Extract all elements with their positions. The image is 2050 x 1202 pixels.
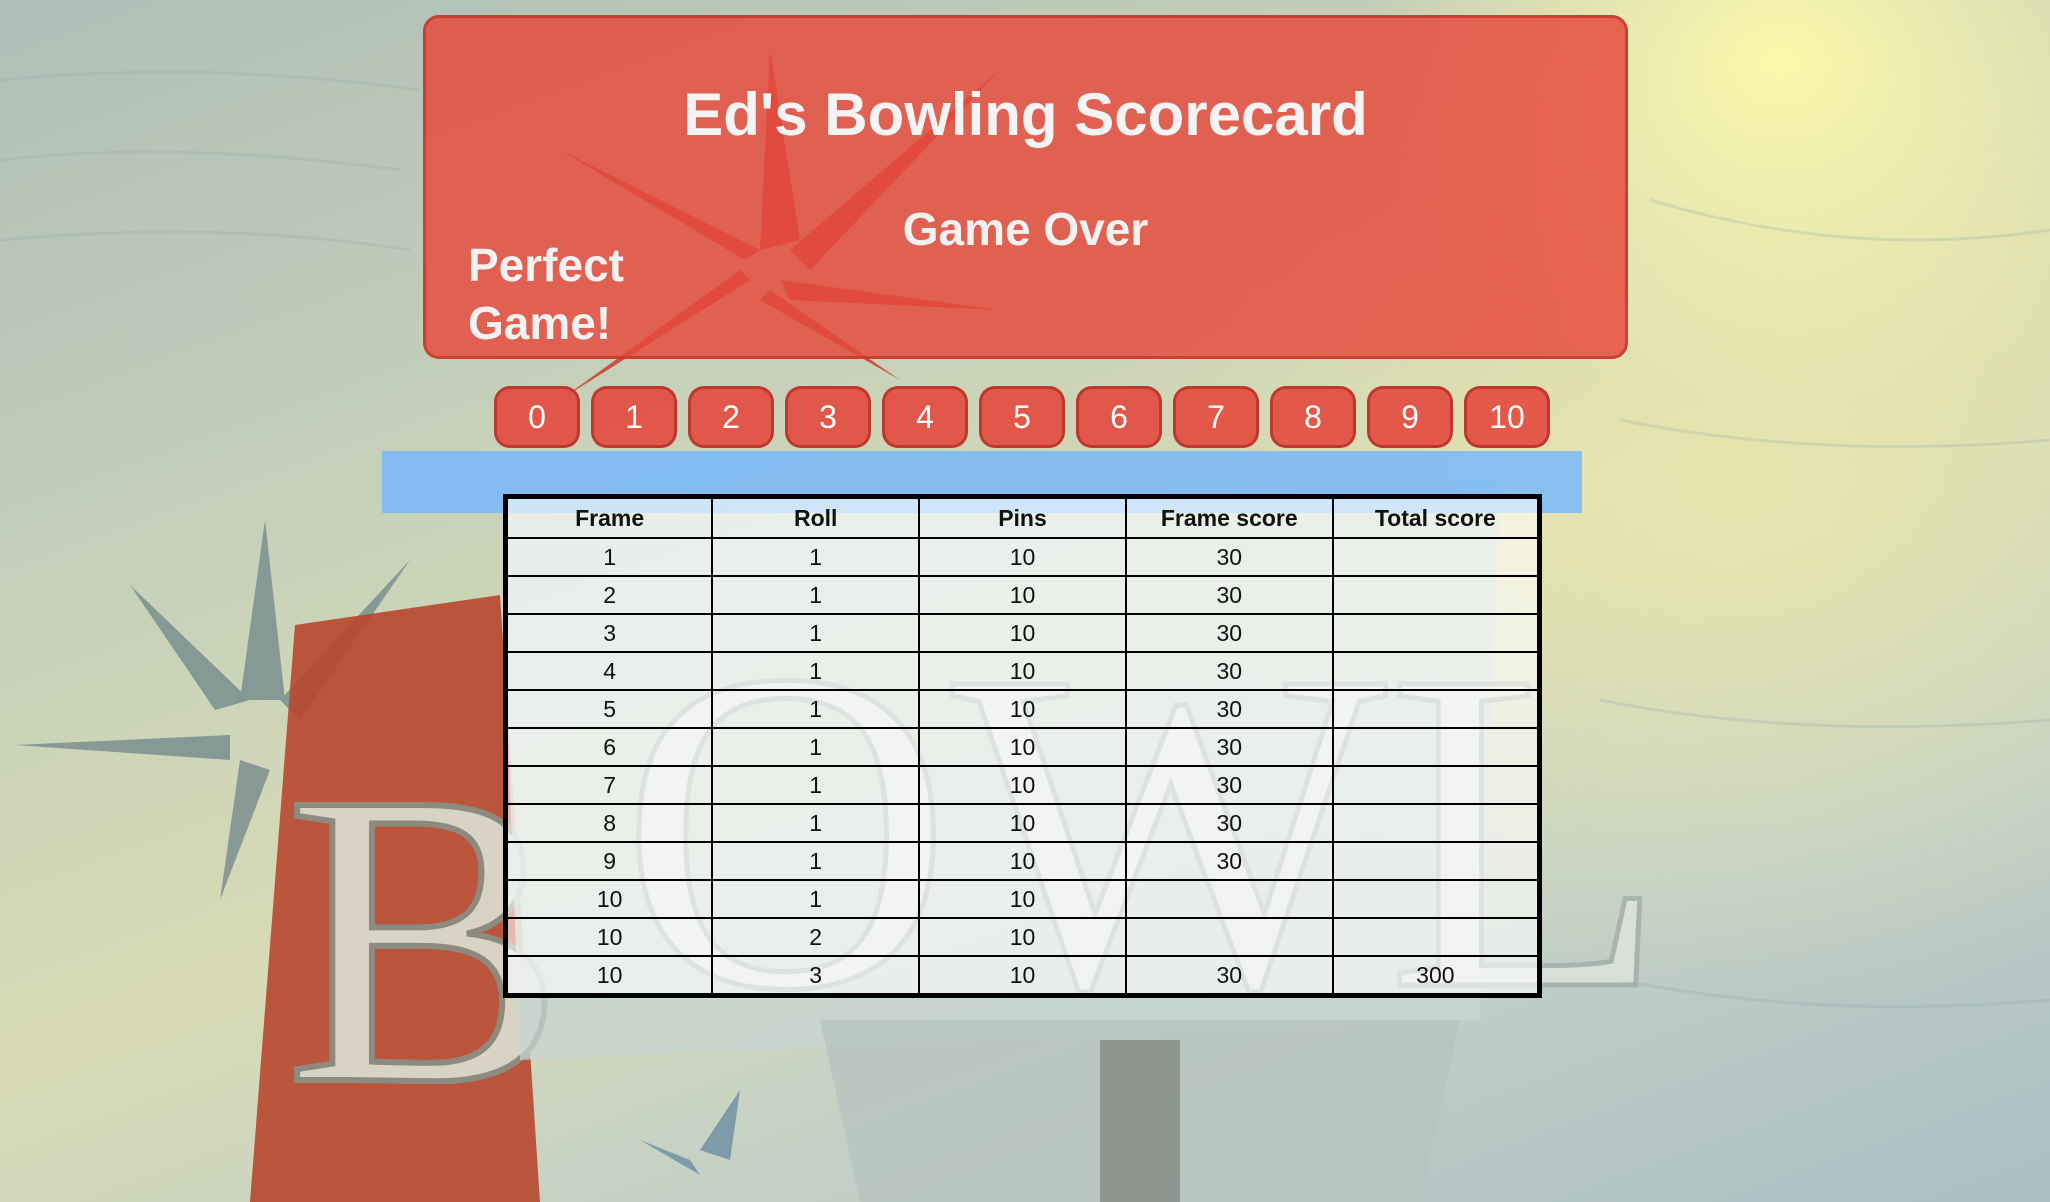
table-row: 10 3 10 30 300 <box>504 955 1541 997</box>
pins-9-button[interactable]: 9 <box>1367 386 1453 448</box>
frame-cell: 10 <box>504 955 714 997</box>
table-row: 4 1 10 30 <box>504 651 1541 691</box>
frame-score-cell: 30 <box>1124 765 1334 805</box>
roll-cell: 1 <box>711 765 921 805</box>
pins-10-button[interactable]: 10 <box>1464 386 1550 448</box>
pins-2-button[interactable]: 2 <box>688 386 774 448</box>
column-header-total-score: Total score <box>1331 495 1541 539</box>
frame-cell: 6 <box>504 727 714 767</box>
pin-button-row: 0 1 2 3 4 5 6 7 8 9 10 <box>494 386 1561 448</box>
page-title: Ed's Bowling Scorecard <box>683 81 1368 148</box>
perfect-game-label: Perfect Game! <box>468 239 624 349</box>
frame-cell: 2 <box>504 575 714 615</box>
frame-score-cell <box>1124 879 1334 919</box>
pins-cell: 10 <box>918 689 1127 729</box>
table-row: 10 1 10 <box>504 879 1541 919</box>
total-score-cell <box>1331 803 1541 843</box>
roll-cell: 1 <box>711 803 921 843</box>
total-score-cell: 300 <box>1331 955 1541 997</box>
frame-score-cell: 30 <box>1124 727 1334 767</box>
table-row: 9 1 10 30 <box>504 841 1541 881</box>
roll-cell: 2 <box>711 917 921 957</box>
total-score-cell <box>1331 613 1541 653</box>
pins-cell: 10 <box>918 841 1127 881</box>
roll-cell: 1 <box>711 879 921 919</box>
frame-score-cell: 30 <box>1124 803 1334 843</box>
pins-cell: 10 <box>918 613 1127 653</box>
score-table: Frame Roll Pins Frame score Total score … <box>503 494 1542 998</box>
roll-cell: 1 <box>711 841 921 881</box>
table-row: 3 1 10 30 <box>504 613 1541 653</box>
frame-score-cell: 30 <box>1124 575 1334 615</box>
pins-cell: 10 <box>918 803 1127 843</box>
roll-cell: 1 <box>711 575 921 615</box>
total-score-cell <box>1331 879 1541 919</box>
pins-7-button[interactable]: 7 <box>1173 386 1259 448</box>
table-row: 10 2 10 <box>504 917 1541 957</box>
frame-cell: 10 <box>504 879 714 919</box>
total-score-cell <box>1331 765 1541 805</box>
pins-3-button[interactable]: 3 <box>785 386 871 448</box>
roll-cell: 1 <box>711 537 921 577</box>
pins-cell: 10 <box>918 917 1127 957</box>
column-header-roll: Roll <box>711 495 921 539</box>
roll-cell: 3 <box>711 955 921 997</box>
frame-score-cell: 30 <box>1124 537 1334 577</box>
frame-cell: 8 <box>504 803 714 843</box>
roll-cell: 1 <box>711 613 921 653</box>
table-row: 1 1 10 30 <box>504 537 1541 577</box>
table-row: 2 1 10 30 <box>504 575 1541 615</box>
frame-score-cell: 30 <box>1124 841 1334 881</box>
frame-score-cell <box>1124 917 1334 957</box>
frame-score-cell: 30 <box>1124 955 1334 997</box>
column-header-frame-score: Frame score <box>1124 495 1334 539</box>
frame-score-cell: 30 <box>1124 613 1334 653</box>
table-row: 6 1 10 30 <box>504 727 1541 767</box>
total-score-cell <box>1331 917 1541 957</box>
pins-cell: 10 <box>918 575 1127 615</box>
pins-cell: 10 <box>918 879 1127 919</box>
pins-cell: 10 <box>918 955 1127 997</box>
frame-cell: 7 <box>504 765 714 805</box>
pins-1-button[interactable]: 1 <box>591 386 677 448</box>
column-header-frame: Frame <box>504 495 714 539</box>
roll-cell: 1 <box>711 651 921 691</box>
total-score-cell <box>1331 537 1541 577</box>
pins-cell: 10 <box>918 651 1127 691</box>
table-row: 5 1 10 30 <box>504 689 1541 729</box>
frame-cell: 10 <box>504 917 714 957</box>
table-row: 7 1 10 30 <box>504 765 1541 805</box>
column-header-pins: Pins <box>918 495 1127 539</box>
total-score-cell <box>1331 575 1541 615</box>
pins-cell: 10 <box>918 765 1127 805</box>
roll-cell: 1 <box>711 689 921 729</box>
pins-cell: 10 <box>918 537 1127 577</box>
table-header-row: Frame Roll Pins Frame score Total score <box>504 495 1541 539</box>
total-score-cell <box>1331 689 1541 729</box>
total-score-cell <box>1331 727 1541 767</box>
frame-score-cell: 30 <box>1124 689 1334 729</box>
pins-6-button[interactable]: 6 <box>1076 386 1162 448</box>
header-banner: Ed's Bowling Scorecard Game Over Perfect… <box>423 15 1628 359</box>
pins-8-button[interactable]: 8 <box>1270 386 1356 448</box>
frame-cell: 9 <box>504 841 714 881</box>
table-row: 8 1 10 30 <box>504 803 1541 843</box>
pins-cell: 10 <box>918 727 1127 767</box>
total-score-cell <box>1331 841 1541 881</box>
roll-cell: 1 <box>711 727 921 767</box>
pins-5-button[interactable]: 5 <box>979 386 1065 448</box>
frame-cell: 4 <box>504 651 714 691</box>
total-score-cell <box>1331 651 1541 691</box>
frame-cell: 1 <box>504 537 714 577</box>
frame-score-cell: 30 <box>1124 651 1334 691</box>
pins-4-button[interactable]: 4 <box>882 386 968 448</box>
frame-cell: 3 <box>504 613 714 653</box>
frame-cell: 5 <box>504 689 714 729</box>
pins-0-button[interactable]: 0 <box>494 386 580 448</box>
